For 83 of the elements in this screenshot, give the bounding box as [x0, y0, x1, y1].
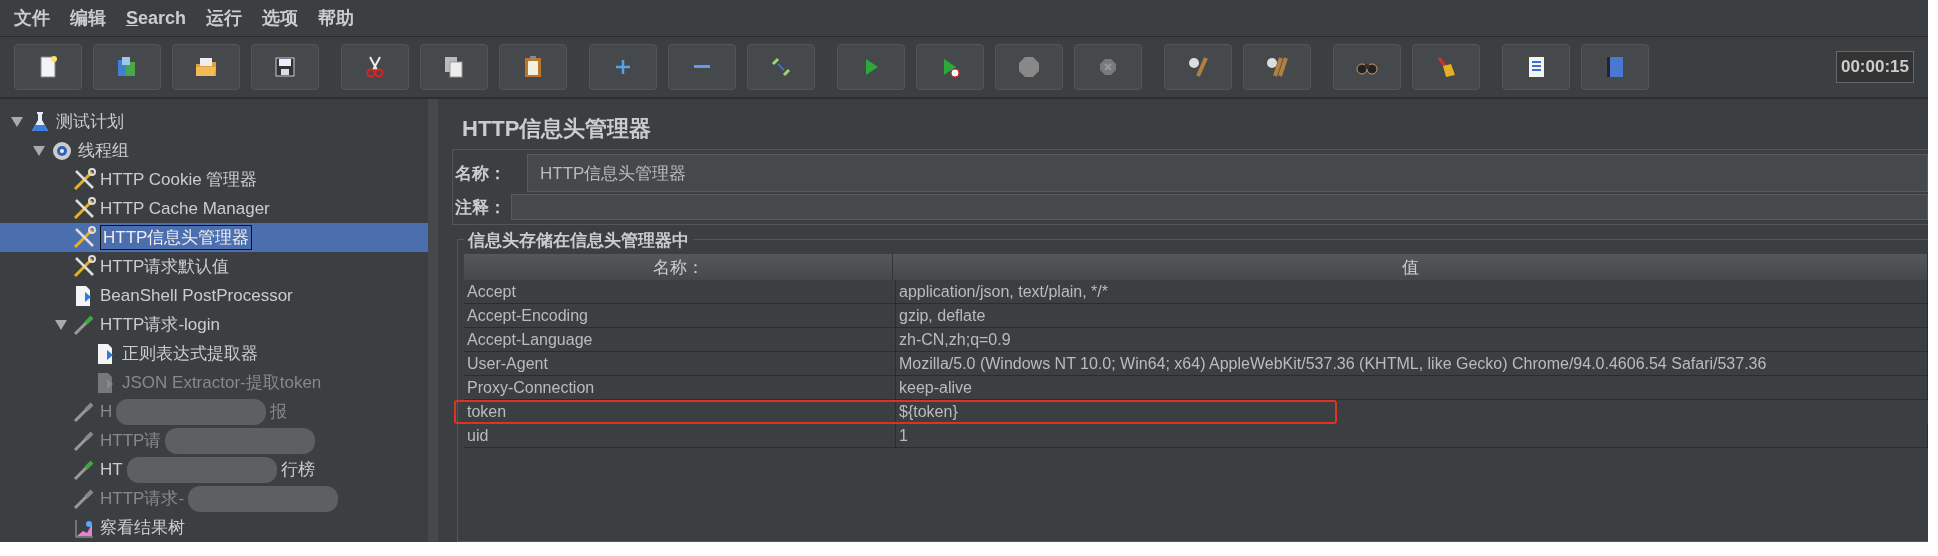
tree-item-label: BeanShell PostProcessor: [100, 285, 293, 306]
tree-item-label: HTTP Cache Manager: [100, 198, 270, 219]
table-row[interactable]: Accept-Language zh-CN,zh;q=0.9: [464, 328, 1928, 352]
group-title: 信息头存储在信息头管理器中: [464, 229, 693, 252]
tree-item-label: HTTP请: [100, 430, 162, 452]
tree-item-label: HTTP请求默认值: [100, 256, 230, 278]
toolbar-button[interactable]: [420, 44, 488, 90]
tree-item-label: 行榜: [280, 459, 315, 481]
name-field[interactable]: HTTP信息头管理器: [527, 154, 1928, 192]
toolbar-button[interactable]: [499, 44, 567, 90]
tree-item-label: HTTP信息头管理器: [100, 225, 253, 250]
tree-item[interactable]: 线程组: [0, 136, 428, 165]
tree-item-label: HTTP Cookie 管理器: [100, 169, 258, 191]
toolbar-button[interactable]: [93, 44, 161, 90]
wrench-screwdriver-icon: [72, 225, 96, 250]
tree-item-label: HTTP请求-login: [100, 314, 220, 336]
tree-item[interactable]: HTTP信息头管理器: [0, 223, 428, 252]
table-row[interactable]: Accept application/json, text/plain, */*: [464, 280, 1928, 304]
tree-item[interactable]: HTTP Cache Manager: [0, 194, 428, 223]
table-cell: User-Agent: [464, 352, 896, 375]
menu-item[interactable]: 文件: [14, 6, 50, 30]
stop-icon: [1016, 54, 1042, 80]
table-row[interactable]: Proxy-Connection keep-alive: [464, 376, 1928, 400]
toolbar-button[interactable]: [1502, 44, 1570, 90]
tree-item[interactable]: HTTP请求默认值: [0, 252, 428, 281]
toolbar-button[interactable]: [251, 44, 319, 90]
table-cell: Mozilla/5.0 (Windows NT 10.0; Win64; x64) AppleWebKit/537.36 (KHTML, like Gecko) Chrome/94.0.4606.54 Safari/537.36: [896, 352, 1928, 375]
menu-item[interactable]: 运行: [206, 6, 243, 30]
menu-item[interactable]: 选项: [262, 6, 299, 30]
toolbar-button[interactable]: [1243, 44, 1311, 90]
table-cell: Accept: [464, 280, 896, 303]
tree-item-label: 报: [270, 401, 288, 423]
table-cell: ${token}: [896, 400, 1337, 423]
table-cell: token: [464, 400, 896, 423]
column-header[interactable]: 值: [893, 254, 1928, 280]
tree-item[interactable]: 正则表达式提取器: [0, 339, 428, 368]
expanded-arrow-icon[interactable]: [32, 145, 46, 156]
tree-item-label: 察看结果树: [100, 517, 185, 539]
table-row[interactable]: Accept-Encoding gzip, deflate: [464, 304, 1928, 328]
expanded-arrow-icon[interactable]: [54, 319, 68, 330]
field-label: 名称：: [455, 162, 507, 185]
menu-item[interactable]: 编辑: [70, 6, 106, 30]
table-cell: Accept-Encoding: [464, 304, 896, 327]
table-cell: gzip, deflate: [896, 304, 1928, 327]
panel-title: HTTP信息头管理器: [461, 115, 653, 143]
tree-item[interactable]: 测试计划: [0, 107, 428, 136]
tree-item[interactable]: HTTP请求-login: [0, 310, 428, 339]
wrench-screwdriver-icon: [72, 196, 96, 221]
wrench-screwdriver-icon: [72, 254, 96, 279]
tree-item-label: 测试计划: [56, 111, 124, 133]
table-row[interactable]: uid 1: [464, 424, 1928, 448]
table-cell: Accept-Language: [464, 328, 896, 351]
comment-field[interactable]: [511, 194, 1928, 220]
toolbar-button[interactable]: [1412, 44, 1480, 90]
tree-item-label: 正则表达式提取器: [122, 343, 258, 365]
tree-item-label: HTTP请求-: [100, 488, 185, 510]
toolbar-button[interactable]: [14, 44, 82, 90]
tree-item-label: 线程组: [78, 140, 129, 162]
table-cell: application/json, text/plain, */*: [896, 280, 1928, 303]
table-row[interactable]: token ${token}: [454, 400, 1337, 424]
tree-item-label: JSON Extractor-提取token: [122, 372, 322, 394]
table-cell: uid: [464, 424, 896, 447]
toolbar-button[interactable]: [172, 44, 240, 90]
menu-item[interactable]: 帮助: [318, 6, 355, 30]
table-cell: 1: [896, 424, 1928, 447]
table-row[interactable]: User-Agent Mozilla/5.0 (Windows NT 10.0; Win64; x64) AppleWebKit/537.36 (KHTML, like Gecko) Chrome/94.0.4606.54 Safari/537.36: [464, 352, 1928, 376]
expanded-arrow-icon[interactable]: [10, 116, 24, 127]
save-icon: [272, 54, 298, 80]
wrench-screwdriver-icon: [72, 167, 96, 192]
field-label: 注释：: [455, 196, 507, 219]
tree-item[interactable]: HT 行榜: [0, 455, 428, 484]
tree-item-label: H: [100, 401, 113, 422]
menu-item[interactable]: Search: [126, 7, 187, 29]
tree-item[interactable]: HTTP Cookie 管理器: [0, 165, 428, 194]
elapsed-time: 00:00:15: [1835, 51, 1914, 83]
toolbar-button[interactable]: [1164, 44, 1232, 90]
table-cell: zh-CN,zh;q=0.9: [896, 328, 1928, 351]
tree-item-label: HT: [100, 459, 123, 480]
tree-item[interactable]: BeanShell PostProcessor: [0, 281, 428, 310]
table-cell: Proxy-Connection: [464, 376, 896, 399]
tree-item[interactable]: 察看结果树: [0, 513, 428, 542]
column-header[interactable]: 名称：: [464, 254, 893, 280]
table-cell: keep-alive: [896, 376, 1928, 399]
